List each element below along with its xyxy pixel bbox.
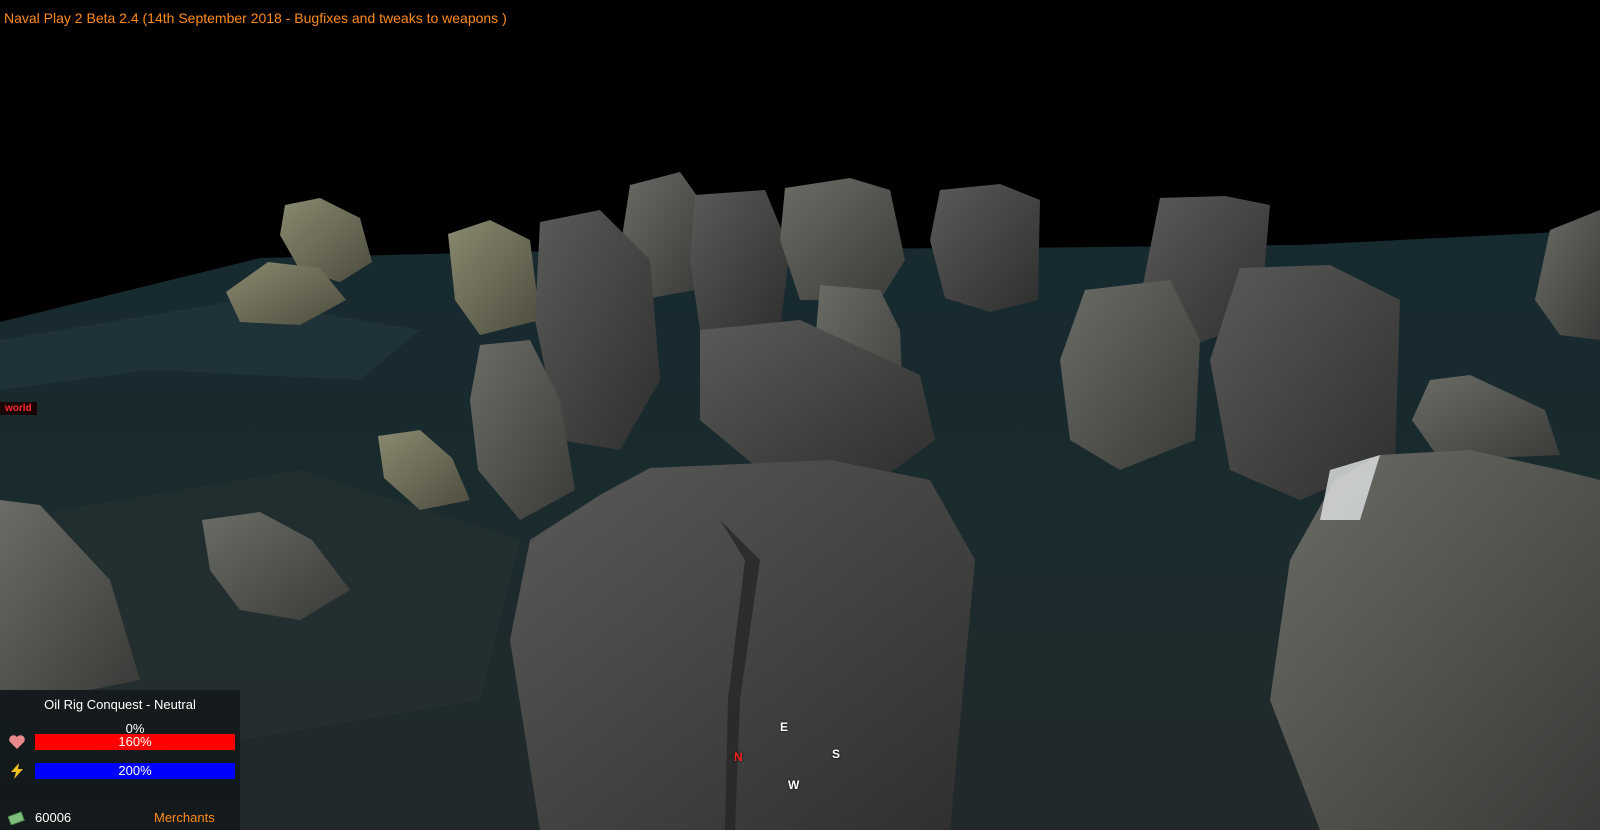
compass: E N S W bbox=[730, 720, 860, 800]
lightning-icon bbox=[8, 763, 26, 779]
compass-west: W bbox=[788, 778, 800, 792]
rock bbox=[930, 184, 1040, 312]
energy-bar: 200% bbox=[35, 763, 235, 779]
compass-east: E bbox=[780, 720, 789, 734]
game-viewport[interactable] bbox=[0, 0, 1600, 830]
energy-bar-row: 200% bbox=[0, 761, 240, 781]
compass-south: S bbox=[832, 747, 841, 761]
game-title: Naval Play 2 Beta 2.4 (14th September 20… bbox=[4, 10, 507, 26]
energy-value: 200% bbox=[118, 763, 152, 778]
heart-icon bbox=[8, 734, 26, 750]
player-status-panel: Oil Rig Conquest - Neutral 0% 160% 200% … bbox=[0, 690, 240, 830]
game-mode-title: Oil Rig Conquest - Neutral bbox=[44, 697, 196, 712]
health-value: 160% bbox=[118, 734, 152, 749]
health-bar-row: 160% bbox=[0, 732, 240, 752]
money-icon bbox=[7, 811, 26, 826]
compass-north: N bbox=[734, 750, 743, 764]
money-row: 60006 Merchants bbox=[0, 808, 240, 828]
health-bar: 160% bbox=[35, 734, 235, 750]
rock bbox=[780, 178, 905, 300]
rock bbox=[1060, 280, 1200, 470]
faction-label: Merchants bbox=[154, 810, 215, 825]
money-value: 60006 bbox=[35, 810, 72, 825]
world-label: world bbox=[0, 402, 37, 415]
